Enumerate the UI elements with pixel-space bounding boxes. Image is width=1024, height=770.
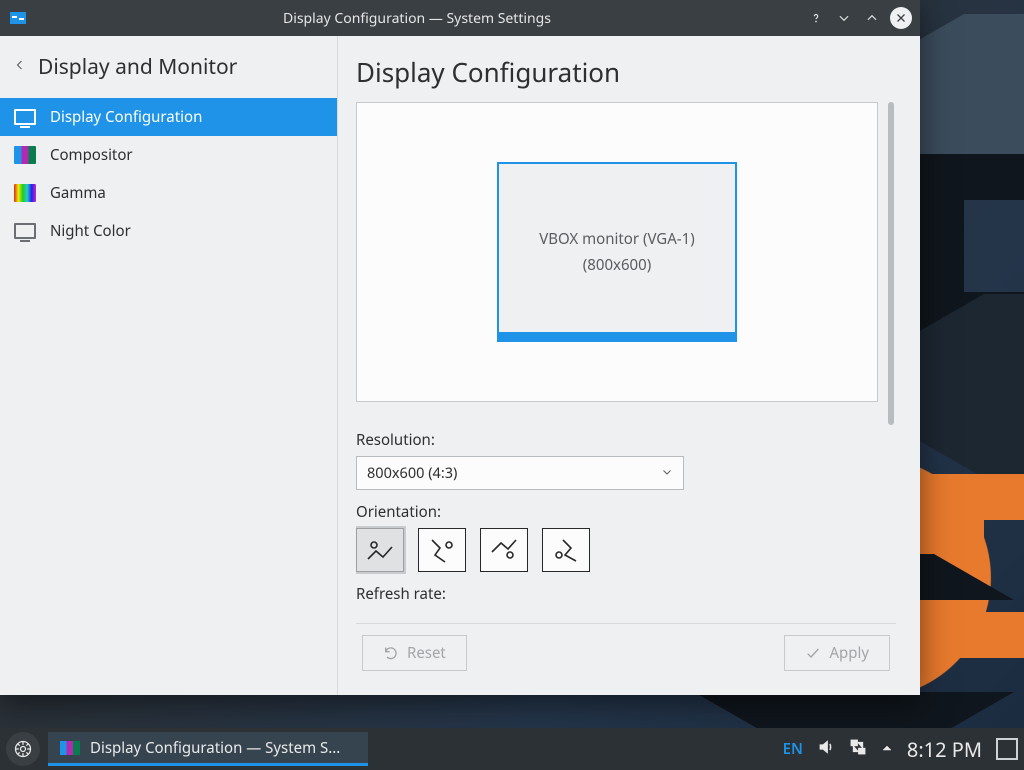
minimize-button[interactable] [834,8,854,28]
orientation-180-button[interactable] [480,528,528,572]
orientation-label: Orientation: [356,502,878,522]
page-title: Display Configuration [356,54,896,90]
gamma-icon [14,184,36,202]
task-label: Display Configuration — System S... [90,738,340,758]
reset-button[interactable]: Reset [362,635,467,671]
chevron-left-icon [14,53,26,81]
window-title: Display Configuration — System Settings [36,9,798,28]
orientation-normal-button[interactable] [356,528,404,572]
main-panel: Display Configuration VBOX monitor (VGA-… [338,36,920,695]
volume-icon[interactable] [817,738,835,761]
monitor-icon [14,223,36,239]
sidebar-list: Display Configuration Compositor Gamma N… [0,98,337,250]
chevron-down-icon [661,463,673,483]
sidebar-item-compositor[interactable]: Compositor [0,136,337,174]
scrollbar-thumb[interactable] [888,102,894,425]
content-scrollbar[interactable] [886,102,896,623]
apply-label: Apply [829,643,869,663]
settings-window: Display Configuration — System Settings … [0,0,920,695]
monitor-name: VBOX monitor (VGA-1) [539,229,694,249]
monitor-icon [14,109,36,125]
reset-label: Reset [407,643,446,663]
clock[interactable]: 8:12 PM [907,736,982,763]
system-tray: EN 8:12 PM [783,736,1018,763]
footer-buttons: Reset Apply [356,623,896,681]
sidebar-item-label: Compositor [50,145,133,165]
taskbar[interactable]: Display Configuration — System S... EN 8… [0,728,1024,770]
orientation-90-button[interactable] [418,528,466,572]
resolution-label: Resolution: [356,430,878,450]
show-desktop-button[interactable] [996,738,1018,760]
close-button[interactable] [890,7,912,29]
resolution-combo[interactable]: 800x600 (4:3) [356,456,684,490]
sidebar: Display and Monitor Display Configuratio… [0,36,338,695]
monitor-thumbnail[interactable]: VBOX monitor (VGA-1) (800x600) [497,162,737,342]
sidebar-back[interactable]: Display and Monitor [0,36,337,98]
start-button[interactable] [6,732,40,766]
app-icon [8,8,28,28]
resolution-field: Resolution: 800x600 (4:3) [356,430,878,490]
sidebar-heading: Display and Monitor [38,53,237,81]
tray-expand-icon[interactable] [881,739,893,759]
refresh-label: Refresh rate: [356,584,878,604]
resolution-value: 800x600 (4:3) [367,463,457,483]
apply-button[interactable]: Apply [784,635,890,671]
sidebar-item-display-configuration[interactable]: Display Configuration [0,98,337,136]
sidebar-item-label: Night Color [50,221,131,241]
sidebar-item-label: Gamma [50,183,106,203]
refresh-field: Refresh rate: [356,584,878,604]
monitor-res: (800x600) [583,255,651,275]
compositor-icon [14,146,36,164]
display-preview[interactable]: VBOX monitor (VGA-1) (800x600) [356,102,878,402]
keyboard-layout[interactable]: EN [783,739,803,759]
orientation-field: Orientation: [356,502,878,572]
maximize-button[interactable] [862,8,882,28]
sidebar-item-night-color[interactable]: Night Color [0,212,337,250]
sidebar-item-gamma[interactable]: Gamma [0,174,337,212]
network-icon[interactable] [849,738,867,761]
orientation-270-button[interactable] [542,528,590,572]
help-button[interactable] [806,8,826,28]
taskbar-task[interactable]: Display Configuration — System S... [48,732,368,766]
task-icon [60,741,80,755]
sidebar-item-label: Display Configuration [50,107,202,127]
window-titlebar[interactable]: Display Configuration — System Settings [0,0,920,36]
